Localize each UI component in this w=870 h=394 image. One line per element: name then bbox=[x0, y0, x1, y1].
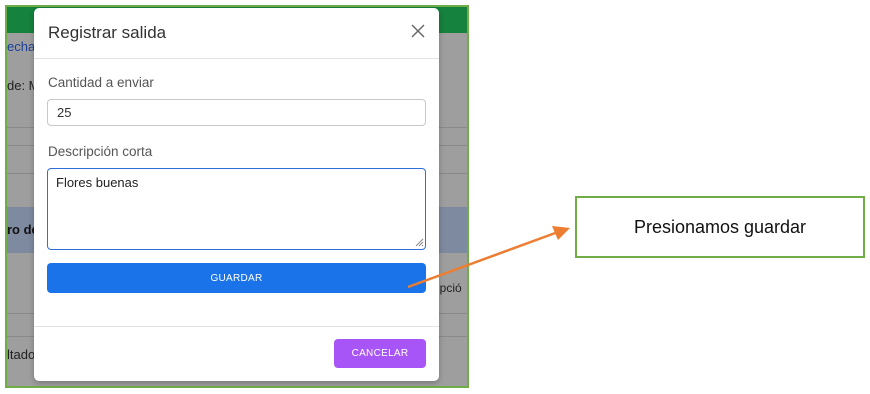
footer-divider bbox=[34, 326, 439, 327]
description-label: Descripción corta bbox=[48, 144, 153, 159]
annotation-text: Presionamos guardar bbox=[633, 216, 807, 237]
registrar-salida-modal: Registrar salida Cantidad a enviar Descr… bbox=[34, 8, 439, 381]
modal-title: Registrar salida bbox=[48, 23, 167, 42]
save-button[interactable]: GUARDAR bbox=[47, 263, 426, 293]
cancel-button[interactable]: CANCELAR bbox=[334, 339, 426, 368]
bg-fecha-text: echa bbox=[7, 39, 36, 54]
quantity-input[interactable] bbox=[47, 99, 426, 126]
bg-resultados-text: ltado bbox=[7, 347, 36, 362]
quantity-label: Cantidad a enviar bbox=[48, 75, 154, 90]
annotation-callout: Presionamos guardar bbox=[575, 196, 865, 258]
description-textarea[interactable]: Flores buenas bbox=[47, 168, 426, 250]
modal-header: Registrar salida bbox=[34, 8, 439, 59]
resize-grip-icon[interactable] bbox=[415, 238, 424, 247]
close-icon bbox=[411, 24, 425, 38]
close-button[interactable] bbox=[407, 20, 429, 42]
